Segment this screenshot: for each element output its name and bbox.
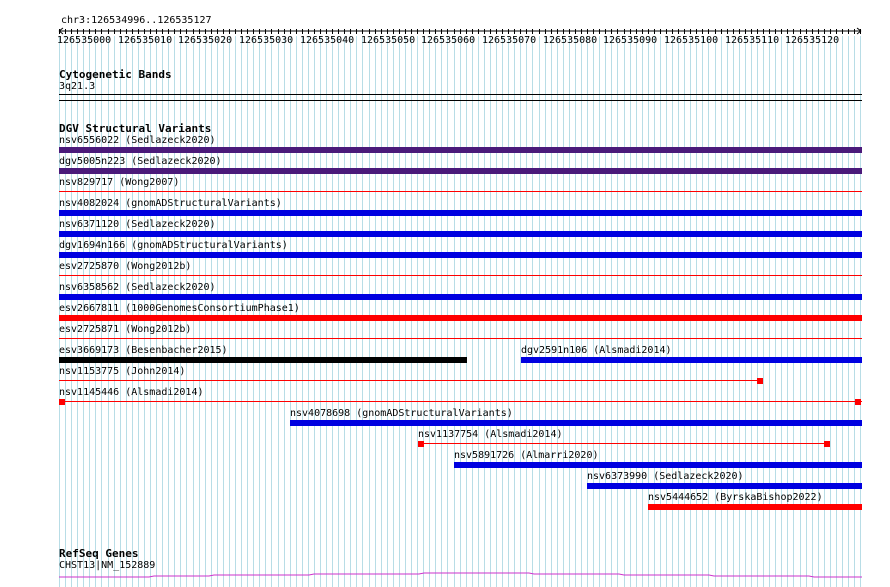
gene-coverage-line[interactable] — [59, 570, 862, 580]
feature-label[interactable]: esv2725870 (Wong2012b) — [59, 261, 191, 273]
ruler-tick-label: 126535050 — [361, 35, 416, 46]
feature-bar[interactable] — [59, 231, 862, 237]
cytoband-label[interactable]: 3q21.3 — [59, 81, 95, 93]
feature-label[interactable]: nsv1137754 (Alsmadi2014) — [418, 429, 563, 441]
ruler-tick-label: 126535040 — [300, 35, 355, 46]
ruler-tick-label: 126535060 — [421, 35, 476, 46]
feature-bar[interactable] — [59, 168, 862, 174]
feature-label[interactable]: nsv1153775 (John2014) — [59, 366, 185, 378]
feature-bar[interactable] — [59, 147, 862, 153]
ruler-tick-label: 126535020 — [178, 35, 233, 46]
ruler-tick-label: 126535120 — [785, 35, 840, 46]
ruler-tick-label: 126535080 — [543, 35, 598, 46]
feature-endpoint-box[interactable] — [855, 399, 861, 405]
ruler-tick-label: 126535070 — [482, 35, 537, 46]
feature-bar[interactable] — [454, 462, 862, 468]
feature-label[interactable]: nsv6371120 (Sedlazeck2020) — [59, 219, 216, 231]
feature-bar[interactable] — [59, 191, 862, 192]
feature-label[interactable]: nsv6358562 (Sedlazeck2020) — [59, 282, 216, 294]
feature-label[interactable]: nsv4078698 (gnomADStructuralVariants) — [290, 408, 513, 420]
ruler-tick-label: 126535000 — [57, 35, 112, 46]
feature-label[interactable]: esv2725871 (Wong2012b) — [59, 324, 191, 336]
track-title-cytoband[interactable]: Cytogenetic Bands — [59, 68, 172, 81]
feature-bar[interactable] — [59, 380, 763, 381]
feature-bar[interactable] — [59, 401, 862, 402]
feature-endpoint-box[interactable] — [757, 378, 763, 384]
feature-label[interactable]: nsv4082024 (gnomADStructuralVariants) — [59, 198, 282, 210]
ruler-tick-label: 126535110 — [725, 35, 780, 46]
feature-label[interactable]: nsv5444652 (ByrskaBishop2022) — [648, 492, 823, 504]
ruler-tick-label: 126535010 — [118, 35, 173, 46]
location-label: chr3:126534996..126535127 — [61, 15, 212, 26]
feature-label[interactable]: dgv5005n223 (Sedlazeck2020) — [59, 156, 222, 168]
feature-bar[interactable] — [59, 294, 862, 300]
feature-bar[interactable] — [418, 443, 828, 444]
feature-bar[interactable] — [521, 357, 862, 363]
feature-bar[interactable] — [290, 420, 862, 426]
feature-bar[interactable] — [59, 338, 862, 339]
feature-label[interactable]: nsv6373990 (Sedlazeck2020) — [587, 471, 744, 483]
feature-label[interactable]: nsv829717 (Wong2007) — [59, 177, 179, 189]
ruler-tick-label: 126535030 — [239, 35, 294, 46]
feature-bar[interactable] — [59, 357, 467, 363]
feature-bar[interactable] — [648, 504, 862, 510]
feature-label[interactable]: dgv1694n166 (gnomADStructuralVariants) — [59, 240, 288, 252]
feature-bar[interactable] — [587, 483, 862, 489]
feature-label[interactable]: nsv6556022 (Sedlazeck2020) — [59, 135, 216, 147]
feature-label[interactable]: esv3669173 (Besenbacher2015) — [59, 345, 228, 357]
feature-bar[interactable] — [59, 275, 862, 276]
feature-label[interactable]: nsv5891726 (Almarri2020) — [454, 450, 599, 462]
track-title-refseq[interactable]: RefSeq Genes — [59, 547, 138, 560]
feature-label[interactable]: nsv1145446 (Alsmadi2014) — [59, 387, 204, 399]
feature-endpoint-box[interactable] — [824, 441, 830, 447]
track-divider — [59, 100, 862, 101]
cytoband-bar[interactable] — [59, 94, 862, 95]
ruler-tick-label: 126535100 — [664, 35, 719, 46]
track-title-dgv[interactable]: DGV Structural Variants — [59, 122, 211, 135]
feature-label[interactable]: dgv2591n106 (Alsmadi2014) — [521, 345, 672, 357]
feature-bar[interactable] — [59, 210, 862, 216]
feature-bar[interactable] — [59, 252, 862, 258]
feature-endpoint-box[interactable] — [59, 399, 65, 405]
feature-endpoint-box[interactable] — [418, 441, 424, 447]
feature-label[interactable]: esv2667811 (1000GenomesConsortiumPhase1) — [59, 303, 300, 315]
ruler-tick-label: 126535090 — [603, 35, 658, 46]
feature-bar[interactable] — [59, 315, 862, 321]
